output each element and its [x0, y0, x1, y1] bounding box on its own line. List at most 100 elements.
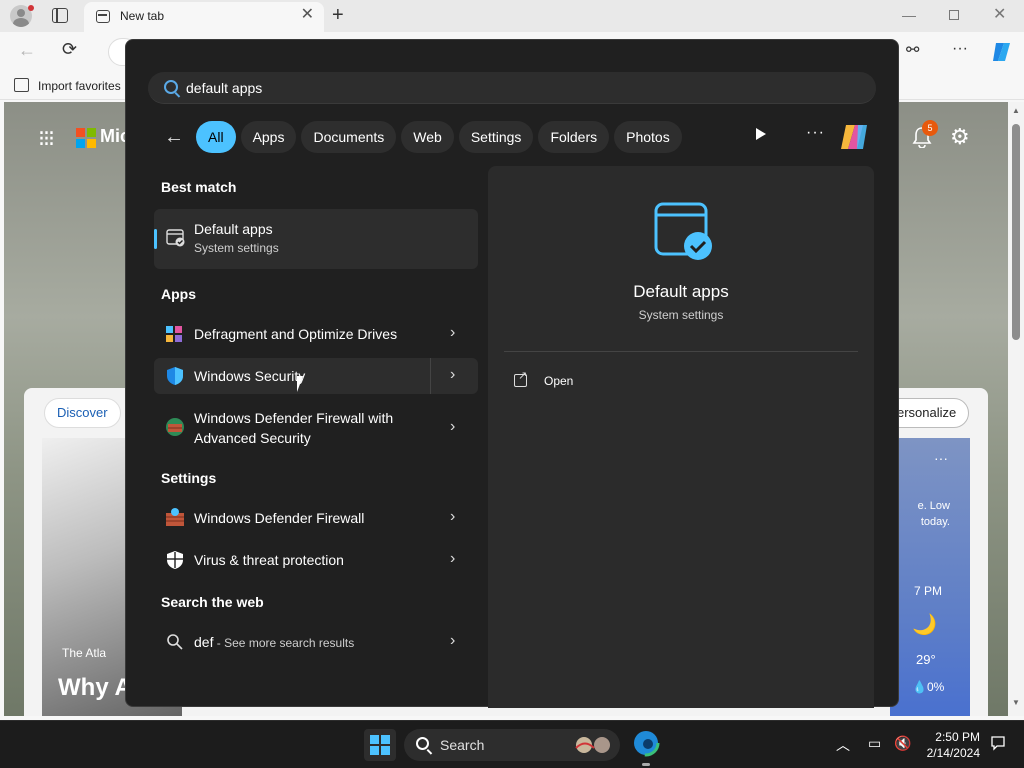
- precip-value: 0%: [926, 680, 945, 694]
- app-result-label: Windows Security: [194, 368, 306, 384]
- more-filters-play-icon[interactable]: [756, 128, 766, 140]
- page-settings-gear-icon[interactable]: ⚙: [950, 124, 970, 150]
- apps-header: Apps: [161, 286, 196, 302]
- defrag-icon: [166, 326, 182, 342]
- weather-more-icon[interactable]: ···: [934, 450, 948, 466]
- best-match-default-apps[interactable]: Default apps System settings: [154, 209, 478, 269]
- settings-result-label: Virus & threat protection: [194, 552, 344, 568]
- chevron-right-icon[interactable]: ›: [450, 324, 455, 342]
- notification-center-icon[interactable]: [990, 735, 1006, 751]
- filter-apps[interactable]: Apps: [240, 121, 297, 153]
- filter-all[interactable]: All: [196, 121, 236, 153]
- firewall-icon: [166, 508, 184, 526]
- weather-time: 7 PM: [914, 584, 943, 598]
- default-apps-icon: [166, 229, 185, 247]
- scroll-thumb[interactable]: [1012, 124, 1020, 340]
- tab-close-icon[interactable]: ✕: [301, 7, 314, 23]
- weather-card[interactable]: ··· e. Low today. 7 PM 🌙 29° 💧0%: [890, 438, 970, 716]
- weather-summary-line2: today.: [920, 516, 950, 528]
- selection-accent: [154, 229, 157, 249]
- search-filters: All Apps Documents Web Settings Folders …: [196, 121, 682, 153]
- result-split-divider: [430, 358, 431, 394]
- new-tab-favicon-icon: [96, 10, 110, 23]
- show-hidden-icons-chevron-icon[interactable]: ︿: [836, 735, 850, 755]
- search-icon: [416, 737, 429, 750]
- chevron-right-icon[interactable]: ›: [450, 508, 455, 526]
- settings-header: Settings: [161, 470, 217, 486]
- minimize-button[interactable]: —: [902, 7, 916, 23]
- app-result-windows-security[interactable]: Windows Security ›: [154, 358, 478, 394]
- settings-more-icon[interactable]: ···: [952, 40, 968, 58]
- weather-summary-line1: e. Low: [917, 500, 950, 512]
- app-result-defragment[interactable]: Defragment and Optimize Drives ›: [154, 316, 478, 352]
- filter-folders[interactable]: Folders: [538, 121, 610, 153]
- shield-icon: [167, 551, 183, 569]
- import-favorites-link[interactable]: Import favorites: [38, 79, 121, 93]
- search-input[interactable]: [186, 72, 786, 104]
- notification-count-badge: 5: [922, 120, 938, 136]
- taskbar-search[interactable]: Search: [404, 729, 620, 761]
- chevron-right-icon[interactable]: ›: [450, 632, 455, 650]
- web-search-icon: [167, 634, 183, 650]
- clock-time: 2:50 PM: [935, 730, 980, 744]
- detail-subtitle: System settings: [638, 308, 724, 322]
- raindrop-icon: 💧: [912, 680, 927, 694]
- maximize-button[interactable]: [949, 10, 959, 20]
- back-button[interactable]: ←: [18, 40, 36, 61]
- chevron-right-icon[interactable]: ›: [450, 418, 455, 436]
- search-web-header: Search the web: [161, 594, 264, 610]
- news-title[interactable]: Why A: [58, 674, 132, 702]
- filter-web[interactable]: Web: [401, 121, 454, 153]
- refresh-button[interactable]: ⟳: [62, 39, 77, 60]
- web-search-result[interactable]: def - See more search results ›: [154, 624, 478, 660]
- taskbar: Search ︿ ▭ 🔇 2:50 PM 2/14/2024: [0, 720, 1024, 768]
- open-external-icon: [514, 369, 527, 387]
- default-apps-large-icon: [654, 202, 712, 260]
- chevron-right-icon[interactable]: ›: [450, 550, 455, 568]
- tab-actions-icon[interactable]: [52, 8, 68, 23]
- search-box[interactable]: [148, 72, 876, 104]
- settings-result-firewall[interactable]: Windows Defender Firewall ›: [154, 500, 478, 536]
- filter-settings[interactable]: Settings: [458, 121, 534, 153]
- search-icon: [164, 80, 178, 94]
- page-scrollbar[interactable]: ▲ ▼: [1008, 102, 1024, 716]
- news-source: The Atla: [62, 646, 107, 660]
- copilot-icon[interactable]: [838, 121, 870, 153]
- edge-browser-icon[interactable]: [632, 729, 660, 757]
- filter-documents[interactable]: Documents: [301, 121, 397, 153]
- detail-title: Default apps: [633, 282, 729, 301]
- web-search-query: def: [194, 634, 214, 650]
- close-window-button[interactable]: ✕: [993, 4, 1006, 24]
- volume-muted-icon[interactable]: 🔇: [894, 735, 911, 752]
- start-button[interactable]: [364, 729, 396, 761]
- discover-tab[interactable]: Discover: [44, 398, 121, 428]
- weather-temperature: 29°: [916, 652, 936, 667]
- microsoft-logo: [76, 128, 96, 148]
- system-clock[interactable]: 2:50 PM 2/14/2024: [922, 729, 980, 761]
- firewall-advanced-icon: [166, 418, 184, 436]
- filter-photos[interactable]: Photos: [614, 121, 682, 153]
- app-result-label-line2: Advanced Security: [194, 430, 311, 446]
- best-match-title: Default apps: [194, 221, 273, 237]
- tab-title: New tab: [120, 9, 165, 23]
- scroll-up-icon[interactable]: ▲: [1012, 106, 1020, 115]
- new-tab-button[interactable]: +: [332, 4, 344, 26]
- copilot-icon[interactable]: [990, 40, 1014, 64]
- filter-back-arrow-icon[interactable]: ←: [164, 126, 184, 149]
- start-search-flyout: ← All Apps Documents Web Settings Folder…: [125, 39, 899, 708]
- app-launcher-icon[interactable]: ⁝⁝⁝: [38, 126, 55, 152]
- chevron-right-icon[interactable]: ›: [450, 366, 455, 384]
- open-action[interactable]: Open: [514, 369, 634, 392]
- windows-security-icon: [167, 367, 183, 385]
- app-result-firewall-advanced[interactable]: Windows Defender Firewall with Advanced …: [154, 402, 478, 454]
- settings-result-virus-protection[interactable]: Virus & threat protection ›: [154, 542, 478, 578]
- scroll-down-icon[interactable]: ▼: [1012, 698, 1020, 707]
- open-label: Open: [544, 374, 574, 388]
- tab-new-tab[interactable]: New tab ✕: [84, 2, 324, 32]
- profile-status-dot: [28, 5, 34, 11]
- extensions-icon[interactable]: ⚯: [906, 40, 919, 60]
- import-favorites-icon: [14, 78, 29, 92]
- network-icon[interactable]: ▭: [868, 735, 881, 752]
- more-options-icon[interactable]: ···: [806, 124, 825, 142]
- settings-result-label: Windows Defender Firewall: [194, 510, 365, 526]
